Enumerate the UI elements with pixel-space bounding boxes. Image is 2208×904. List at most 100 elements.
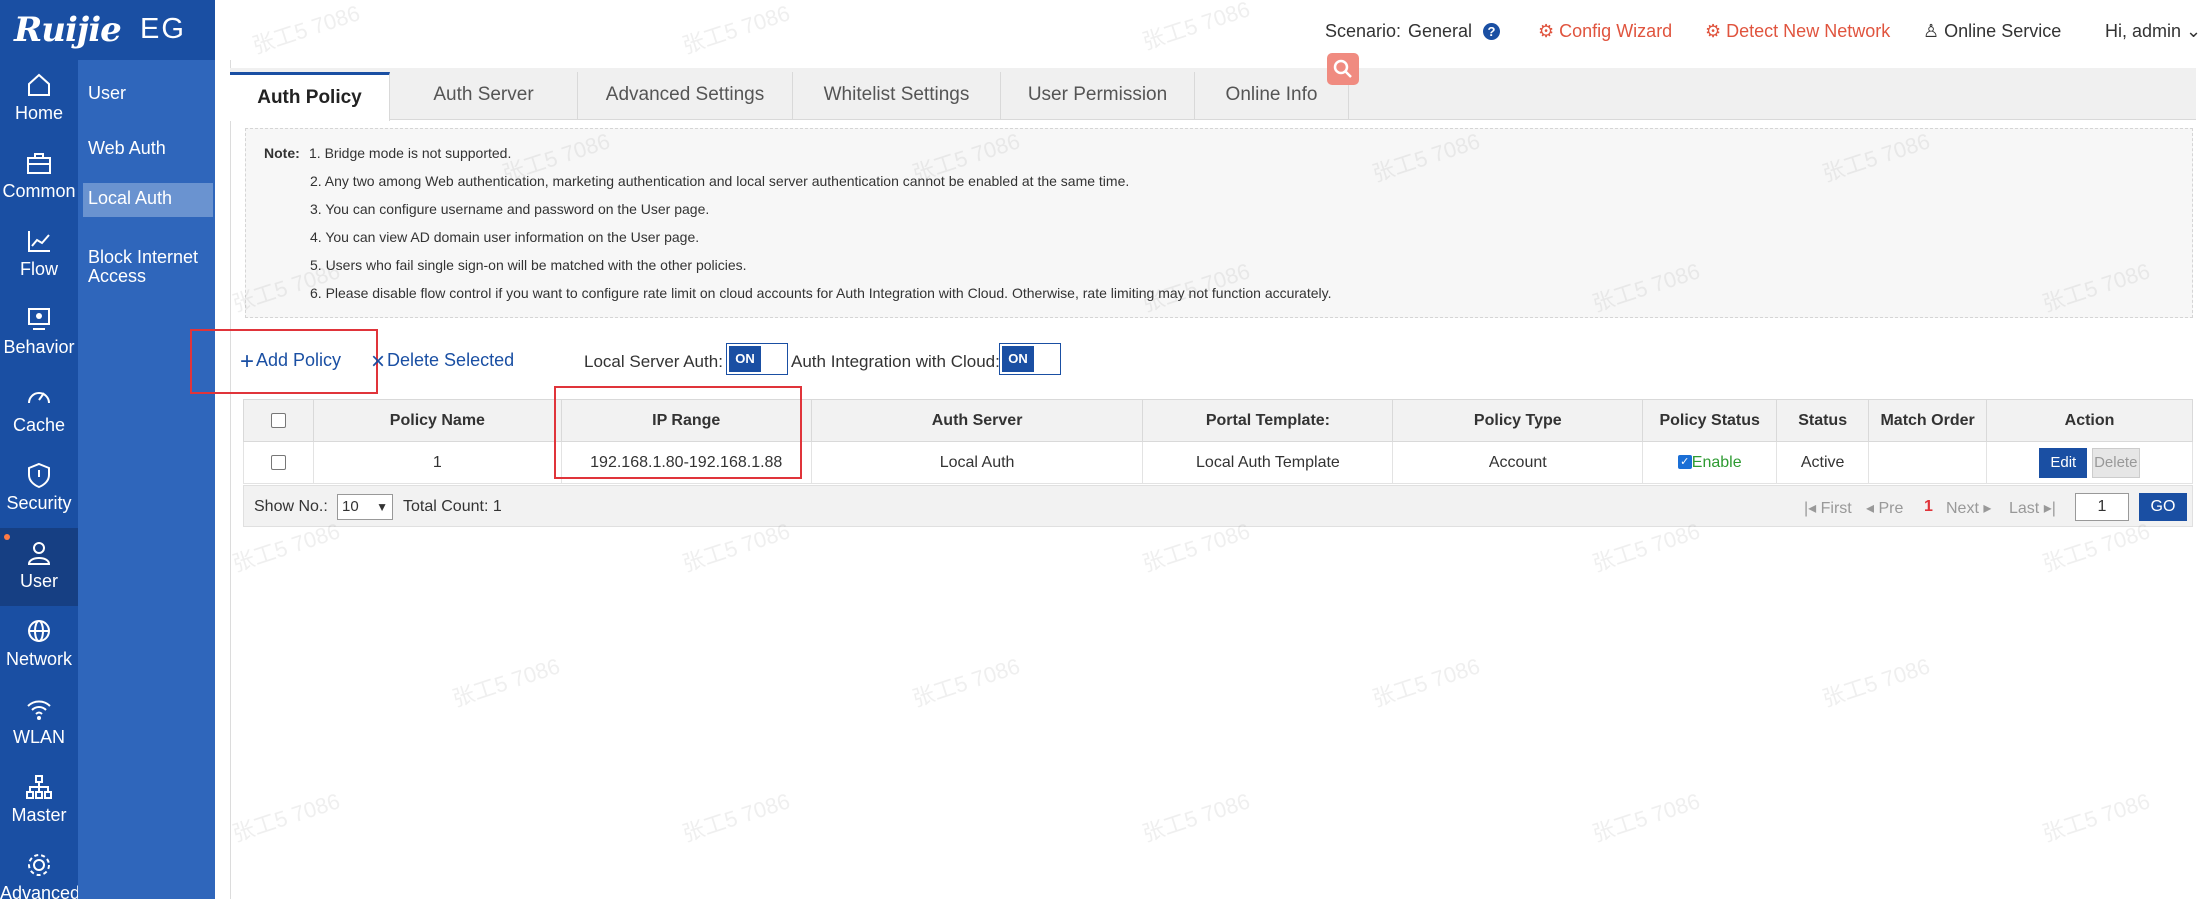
table-row: 1 192.168.1.80-192.168.1.88 Local Auth L… [243,441,2193,484]
select-all-cell [243,399,314,442]
last-page-button[interactable]: Last ▸| [2009,498,2056,518]
col-policy-type[interactable]: Policy Type [1392,399,1644,442]
toggle-state: ON [729,346,761,372]
delete-selected-button[interactable]: × Delete Selected [371,348,514,375]
tab-auth-server[interactable]: Auth Server [390,72,578,120]
nav-wlan-label: WLAN [12,727,65,747]
cell-match-order [1868,441,1988,484]
highlight-ip-range [554,386,802,479]
scenario-label: Scenario: [1325,21,1402,41]
col-match-order[interactable]: Match Order [1868,399,1988,442]
close-icon: × [371,348,386,375]
cell-auth-server: Local Auth [810,441,1144,484]
brand-product: EG [140,13,186,45]
submenu-web-auth[interactable]: Web Auth [83,133,213,164]
behavior-icon [28,308,50,330]
wifi-icon [27,700,51,720]
submenu-local-auth[interactable]: Local Auth [83,183,213,217]
next-page-icon: ▸ [1978,500,1992,517]
cloud-auth-toggle[interactable]: ON [999,343,1061,375]
search-button[interactable] [1327,53,1359,85]
user-account-menu[interactable]: Hi, admin ⌄ [2105,21,2201,42]
col-policy-status[interactable]: Policy Status [1642,399,1778,442]
pager-bar: Show No.: 10 ▼ Total Count: 1 |◂ First ◂… [243,485,2193,527]
col-policy-name[interactable]: Policy Name [312,399,562,442]
first-page-button[interactable]: |◂ First [1804,498,1852,518]
cell-action: Edit Delete [1986,441,2193,484]
config-wizard-link[interactable]: ⚙ Config Wizard [1538,21,1672,42]
nav-user-label: User [19,571,58,591]
page-number-input[interactable]: 1 [2075,493,2129,521]
select-all-checkbox[interactable] [270,412,286,428]
tab-advanced-settings[interactable]: Advanced Settings [578,72,793,120]
current-page: 1 [1924,498,1933,515]
nav-home[interactable]: Home [0,60,78,138]
tab-online-info[interactable]: Online Info [1195,72,1349,120]
hierarchy-icon [26,775,52,799]
nav-advanced[interactable]: Advanced [0,840,80,903]
sub-menu: User Web Auth Local Auth Block Internet … [78,60,215,899]
nav-common-label: Common [2,181,76,201]
chevron-down-icon: ⌄ [2186,21,2202,41]
cell-status: Active [1776,441,1870,484]
wizard-icon: ⚙ [1538,21,1555,41]
nav-flow[interactable]: Flow [0,216,78,294]
cell-policy-name: 1 [312,441,562,484]
nav-flow-label: Flow [19,259,58,279]
page-size-select[interactable]: 10 ▼ [337,494,393,520]
show-no-label: Show No.: [254,498,328,515]
edit-button[interactable]: Edit [2039,447,2088,478]
go-button[interactable]: GO [2139,493,2187,521]
nav-behavior[interactable]: Behavior [0,294,78,372]
cloud-auth-label: Auth Integration with Cloud: [791,352,1000,371]
note-line: 1. Bridge mode is not supported. [309,145,512,161]
submenu-block-internet-access[interactable]: Block Internet Access [83,242,213,292]
service-user-icon: ♙ [1923,21,1940,41]
nav-security[interactable]: Security [0,450,78,528]
tab-bar: Auth Policy Auth Server Advanced Setting… [230,68,2196,121]
nav-home-label: Home [14,103,63,123]
nav-master[interactable]: Master [0,762,78,840]
next-page-button[interactable]: Next ▸ [1946,498,1991,518]
col-portal-template[interactable]: Portal Template: [1142,399,1394,442]
local-server-auth-toggle[interactable]: ON [726,343,788,375]
nav-common[interactable]: Common [0,138,78,216]
tab-whitelist-settings[interactable]: Whitelist Settings [793,72,1001,120]
note-line: 5. Users who fail single sign-on will be… [310,257,747,273]
row-select-cell [243,441,314,484]
brand-logo: Ruijie [14,10,122,50]
prev-page-label: Pre [1878,500,1904,517]
nav-user[interactable]: User [0,528,78,606]
submenu-user[interactable]: User [83,78,213,109]
nav-network-label: Network [5,649,72,669]
nav-security-label: Security [6,493,72,513]
tab-user-permission[interactable]: User Permission [1001,72,1195,120]
toolbox-icon [27,153,51,174]
add-policy-button[interactable]: + Add Policy [240,350,341,374]
note-line: 2. Any two among Web authentication, mar… [310,173,1130,189]
nav-network[interactable]: Network [0,606,78,684]
prev-page-icon: ◂ [1866,500,1879,517]
next-page-label: Next [1946,500,1979,517]
delete-button[interactable]: Delete [2091,447,2140,478]
note-line: 4. You can view AD domain user informati… [310,229,700,245]
scenario-value: General [1408,21,1473,41]
chevron-down-icon: ▼ [376,500,388,514]
detect-new-network-link[interactable]: ⚙ Detect New Network [1705,21,1890,42]
user-greeting: Hi, admin [2105,21,2182,41]
col-status[interactable]: Status [1776,399,1870,442]
last-page-icon: ▸| [2039,500,2056,517]
tab-auth-policy[interactable]: Auth Policy [230,72,390,121]
col-action: Action [1986,399,2193,442]
row-checkbox[interactable] [270,454,286,470]
online-service-link[interactable]: ♙ Online Service [1923,21,2061,42]
nav-wlan[interactable]: WLAN [0,684,78,762]
col-auth-server[interactable]: Auth Server [810,399,1144,442]
home-icon [28,73,50,96]
prev-page-button[interactable]: ◂ Pre [1866,498,1903,518]
enable-checkbox[interactable]: ✓ [1677,455,1692,470]
page-size-value: 10 [342,498,359,515]
nav-cache[interactable]: Cache [0,372,78,450]
top-header: Scenario: General ? ⚙ Config Wizard ⚙ De… [215,0,2208,60]
help-icon[interactable]: ? [1483,23,1500,40]
